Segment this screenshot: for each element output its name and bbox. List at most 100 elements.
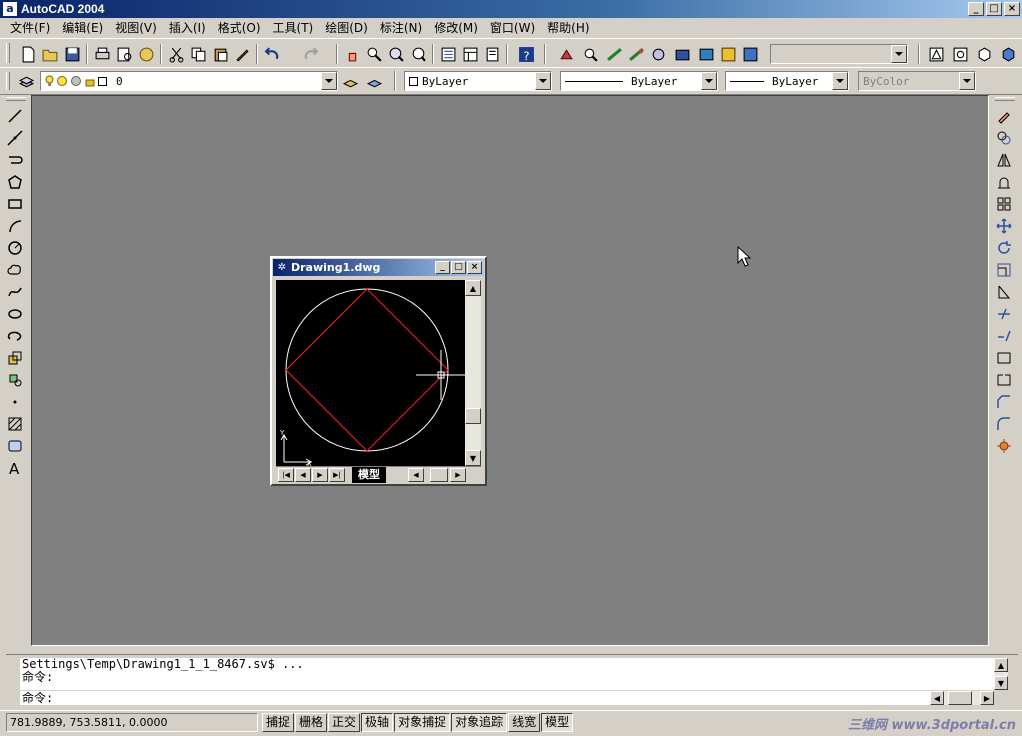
rectangle-icon[interactable] <box>3 193 27 215</box>
model-canvas[interactable]: Y X <box>276 280 466 468</box>
menu-draw[interactable]: 绘图(D) <box>319 18 374 38</box>
coordinate-display[interactable]: 781.9889, 753.5811, 0.0000 <box>6 713 258 732</box>
chevron-down-icon[interactable] <box>959 72 975 90</box>
line-icon[interactable] <box>3 105 27 127</box>
scroll-down-icon[interactable]: ▼ <box>465 450 481 466</box>
polyline-icon[interactable] <box>3 149 27 171</box>
lineweight-toggle[interactable]: 线宽 <box>508 713 541 732</box>
refedit-icon[interactable] <box>626 44 646 64</box>
new-file-icon[interactable] <box>18 44 38 64</box>
construction-line-icon[interactable] <box>3 127 27 149</box>
point-icon[interactable] <box>3 391 27 413</box>
menu-modify[interactable]: 修改(M) <box>428 18 484 38</box>
last-tab-icon[interactable]: ▶| <box>329 468 345 482</box>
open-file-icon[interactable] <box>40 44 60 64</box>
properties-icon[interactable] <box>438 44 458 64</box>
scroll-thumb[interactable] <box>465 408 481 424</box>
copy-object-icon[interactable] <box>992 127 1016 149</box>
insert-block-icon[interactable] <box>3 347 27 369</box>
menu-tools[interactable]: 工具(T) <box>267 18 320 38</box>
scroll-up-icon[interactable]: ▲ <box>465 280 481 296</box>
close-button[interactable]: × <box>1004 2 1020 16</box>
dbconnect-icon[interactable] <box>556 44 576 64</box>
zoom-realtime-icon[interactable] <box>364 44 384 64</box>
drawing-workspace[interactable] <box>31 95 989 646</box>
move-icon[interactable] <box>992 215 1016 237</box>
today-icon[interactable] <box>740 44 760 64</box>
ortho-toggle[interactable]: 正交 <box>328 713 361 732</box>
region-icon[interactable] <box>3 435 27 457</box>
paste-icon[interactable] <box>210 44 230 64</box>
next-tab-icon[interactable]: ▶ <box>312 468 328 482</box>
linetype-control-combo[interactable]: ByLayer <box>560 71 718 91</box>
offset-icon[interactable] <box>992 171 1016 193</box>
autocad-app-icon[interactable]: a <box>3 2 17 16</box>
block-icon[interactable] <box>672 44 692 64</box>
scroll-down-icon[interactable]: ▼ <box>994 676 1008 690</box>
doc-vertical-scrollbar[interactable]: ▲ ▼ <box>465 280 481 466</box>
erase-icon[interactable] <box>992 105 1016 127</box>
explode-icon[interactable] <box>992 435 1016 457</box>
doc-minimize-button[interactable]: _ <box>435 261 450 274</box>
break-icon[interactable] <box>992 369 1016 391</box>
3d-box-icon[interactable] <box>974 44 994 64</box>
array-icon[interactable] <box>992 193 1016 215</box>
polar-toggle[interactable]: 极轴 <box>361 713 394 732</box>
chevron-down-icon[interactable] <box>321 72 337 90</box>
first-tab-icon[interactable]: |◀ <box>278 468 294 482</box>
stretch-icon[interactable] <box>992 281 1016 303</box>
chevron-down-icon[interactable] <box>891 45 907 63</box>
layer-control-combo[interactable]: 0 <box>40 71 338 91</box>
help-icon[interactable]: ? <box>516 44 536 64</box>
menu-insert[interactable]: 插入(I) <box>163 18 212 38</box>
markup-icon[interactable] <box>580 44 600 64</box>
copy-icon[interactable] <box>188 44 208 64</box>
layer-tools-icon[interactable] <box>718 44 738 64</box>
layout-icon[interactable] <box>950 44 970 64</box>
revision-cloud-icon[interactable] <box>3 259 27 281</box>
polygon-icon[interactable] <box>3 171 27 193</box>
chevron-down-icon[interactable] <box>535 72 551 90</box>
command-vertical-scrollbar[interactable]: ▲ ▼ <box>994 658 1008 690</box>
drawn-square[interactable] <box>285 288 449 452</box>
tool-palettes-icon[interactable] <box>482 44 502 64</box>
command-history[interactable]: Settings\Temp\Drawing1_1_1_8467.sv$ ... … <box>20 658 994 690</box>
toolbar-grip[interactable] <box>6 72 10 90</box>
undo-icon[interactable] <box>262 44 282 64</box>
zoom-previous-icon[interactable] <box>408 44 428 64</box>
otrack-toggle[interactable]: 对象追踪 <box>451 713 508 732</box>
trim-icon[interactable] <box>992 303 1016 325</box>
plotstyle-control-combo[interactable]: ByColor <box>858 71 976 91</box>
match-properties-icon[interactable] <box>232 44 252 64</box>
zoom-window-icon[interactable] <box>386 44 406 64</box>
drawing-file-icon[interactable]: ✲ <box>276 262 288 274</box>
3d-orbit-icon[interactable] <box>998 44 1018 64</box>
pan-realtime-icon[interactable] <box>342 44 362 64</box>
doc-maximize-button[interactable]: □ <box>451 261 466 274</box>
image-icon[interactable] <box>696 44 716 64</box>
chevron-down-icon[interactable] <box>701 72 717 90</box>
menu-dimension[interactable]: 标注(N) <box>374 18 428 38</box>
make-block-icon[interactable] <box>3 369 27 391</box>
menu-window[interactable]: 窗口(W) <box>484 18 541 38</box>
maximize-button[interactable]: □ <box>986 2 1002 16</box>
circle-icon[interactable] <box>3 237 27 259</box>
save-icon[interactable] <box>62 44 82 64</box>
command-horizontal-scrollbar[interactable]: ◀ ▶ <box>930 691 994 705</box>
redo-icon[interactable] <box>300 44 320 64</box>
rotate-icon[interactable] <box>992 237 1016 259</box>
menu-edit[interactable]: 编辑(E) <box>56 18 109 38</box>
toolbar-grip[interactable] <box>6 43 10 63</box>
hscroll-thumb[interactable] <box>430 468 448 482</box>
hatch-icon[interactable] <box>3 413 27 435</box>
layer-previous-icon[interactable] <box>364 71 384 91</box>
minimize-button[interactable]: _ <box>968 2 984 16</box>
chevron-down-icon[interactable] <box>832 72 848 90</box>
command-input[interactable]: 命令: <box>20 691 930 705</box>
hscroll-right-icon[interactable]: ▶ <box>450 468 466 482</box>
drawing-document-window[interactable]: ✲ Drawing1.dwg _ □ × Y X ▲ ▼ |◀ ◀ ▶ ▶| 模… <box>270 256 487 486</box>
scroll-up-icon[interactable]: ▲ <box>994 658 1008 672</box>
spline-icon[interactable] <box>3 281 27 303</box>
tab-model[interactable]: 模型 <box>352 467 386 483</box>
multiline-text-icon[interactable]: A <box>3 457 27 479</box>
